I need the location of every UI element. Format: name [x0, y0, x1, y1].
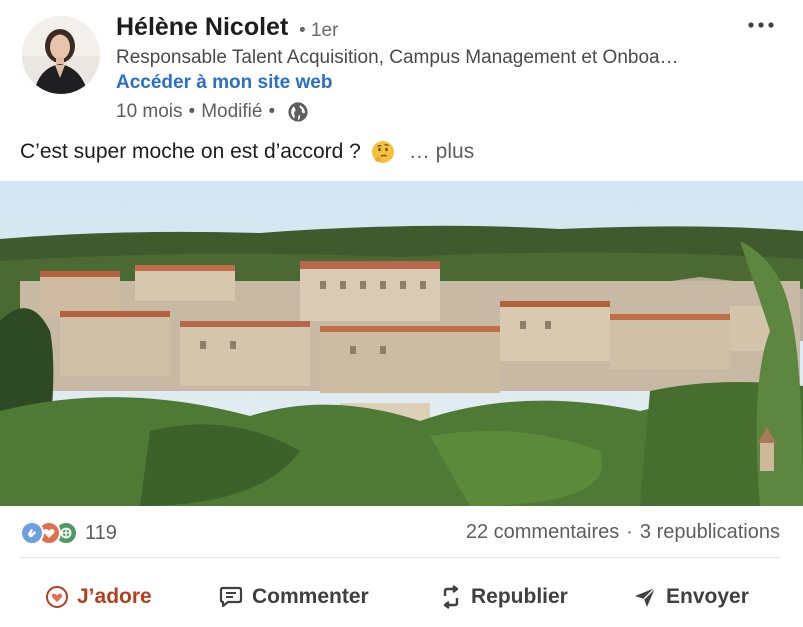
ellipsis-icon — [748, 22, 774, 28]
comment-icon — [219, 586, 243, 608]
connection-degree: • 1er — [299, 20, 339, 41]
clap-icon — [20, 521, 44, 545]
post-body: C’est super moche on est d’accord ? — [20, 140, 361, 163]
avatar[interactable] — [22, 16, 100, 94]
post-meta: 10 mois • Modifié • — [116, 100, 309, 124]
divider — [20, 557, 780, 558]
post-header: Hélène Nicolet • 1er Responsable Talent … — [0, 0, 803, 130]
repost-label: Republier — [471, 585, 568, 608]
thinking-face-icon — [371, 141, 394, 163]
send-label: Envoyer — [666, 585, 749, 608]
meta-separator: • — [268, 101, 276, 122]
post-time: 10 mois — [116, 101, 183, 122]
author-name[interactable]: Hélène Nicolet — [116, 13, 288, 42]
avatar-photo — [22, 16, 100, 94]
send-button[interactable]: Envoyer — [633, 578, 749, 616]
heart-icon — [46, 586, 68, 608]
like-button[interactable]: J’adore — [46, 578, 152, 616]
repost-icon — [443, 585, 459, 609]
post-image[interactable] — [0, 181, 803, 506]
comments-count[interactable]: 22 commentaires — [466, 521, 619, 544]
author-headline: Responsable Talent Acquisition, Campus M… — [116, 47, 679, 68]
engagement-stats: 22 commentaires · 3 republications — [466, 521, 780, 544]
like-label: J’adore — [77, 585, 152, 608]
action-bar: J’adore Commenter Republier Envoyer — [0, 570, 803, 624]
edited-label: Modifié — [201, 101, 263, 122]
reposts-count[interactable]: 3 republications — [640, 521, 780, 544]
send-icon — [635, 587, 656, 607]
reaction-count: 119 — [85, 521, 117, 544]
more-options-button[interactable] — [744, 10, 778, 40]
see-more-link[interactable]: … plus — [409, 140, 474, 164]
post-text: C’est super moche on est d’accord ? … pl… — [20, 140, 474, 164]
village-photo — [0, 181, 803, 506]
stats-separator: · — [626, 521, 633, 543]
comment-button[interactable]: Commenter — [219, 578, 369, 616]
comment-label: Commenter — [252, 585, 369, 608]
reactions-summary[interactable]: 119 — [20, 520, 117, 546]
meta-separator: • — [188, 101, 196, 122]
website-link[interactable]: Accéder à mon site web — [116, 72, 332, 94]
repost-button[interactable]: Republier — [440, 578, 568, 616]
globe-icon — [288, 102, 308, 122]
social-counts: 119 22 commentaires · 3 republications — [0, 506, 803, 558]
